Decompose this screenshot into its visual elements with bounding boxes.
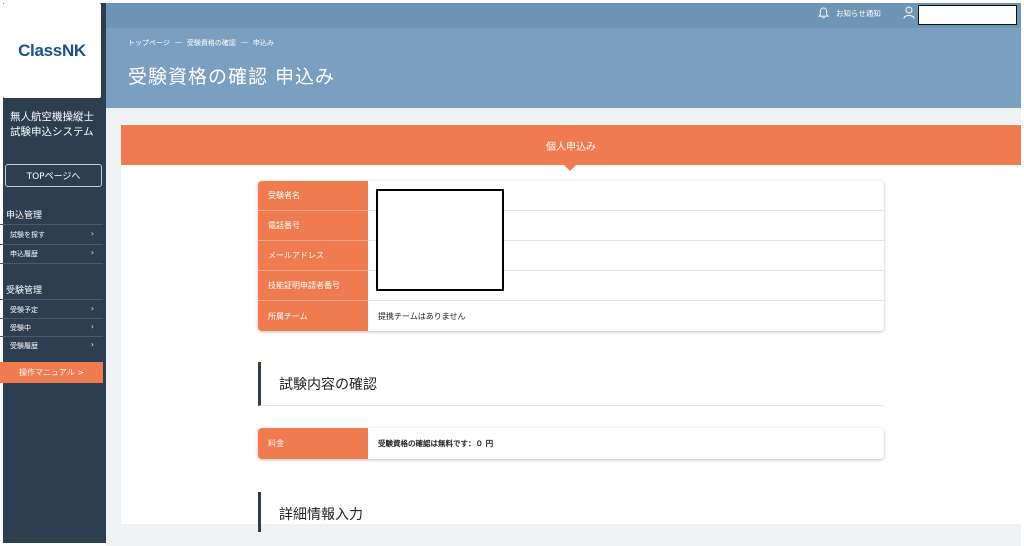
breadcrumb-separator: ― <box>174 38 182 46</box>
table-row: 受験者名 <box>258 181 884 211</box>
fee-label: 料金 <box>258 428 368 459</box>
group-title-application: 申込管理 <box>6 211 43 221</box>
banner-arrow <box>564 165 576 171</box>
table-row: メールアドレス <box>258 241 884 271</box>
sidebar-item-label: 申込履歴 <box>10 249 38 258</box>
row-label: 電話番号 <box>258 211 368 241</box>
table-row: 所属チーム 提携チームはありません <box>258 301 884 331</box>
row-label: 技能証明申請者番号 <box>258 271 368 301</box>
table-row: 電話番号 <box>258 211 884 241</box>
page-title: 受験資格の確認 申込み <box>128 66 336 88</box>
page-header: トップページ ― 受験資格の確認 ― 申込み 受験資格の確認 申込み <box>106 28 1021 108</box>
breadcrumb-separator: ― <box>240 38 248 46</box>
chevron-right-icon: › <box>90 229 94 238</box>
fee-value: 受験資格の確認は無料です：０ 円 <box>378 439 494 448</box>
sidebar-item-label: 試験を探す <box>10 230 45 239</box>
system-title: 無人航空機操縦士試験申込システム <box>10 111 94 138</box>
sidebar-item-in-progress[interactable]: 受験中 › <box>0 319 103 336</box>
section-title-text: 詳細情報入力 <box>279 507 363 523</box>
table-row: 技能証明申請者番号 <box>258 271 884 301</box>
chevron-right-icon: › <box>90 322 94 331</box>
notification-label: お知らせ通知 <box>836 8 881 18</box>
row-label: メールアドレス <box>258 241 368 271</box>
logo[interactable]: ClassNK <box>3 3 101 98</box>
row-value: 提携チームはありません <box>378 311 466 321</box>
section-title-details: 詳細情報入力 <box>258 492 884 532</box>
breadcrumb-current: 申込み <box>252 39 274 47</box>
menu-divider <box>0 263 103 264</box>
user-icon[interactable] <box>903 6 915 19</box>
logo-text: ClassNK <box>18 40 86 60</box>
top-page-button[interactable]: TOPページへ <box>5 164 102 187</box>
user-name-redacted <box>918 5 1017 25</box>
top-bar <box>106 3 1021 28</box>
breadcrumb: トップページ ― 受験資格の確認 ― 申込み <box>128 38 274 48</box>
chevron-right-icon: › <box>90 248 94 257</box>
breadcrumb-qualification[interactable]: 受験資格の確認 <box>187 38 236 48</box>
section-banner: 個人申込み <box>121 125 1021 165</box>
sidebar-item-label: 受験履歴 <box>10 341 38 350</box>
menu-divider <box>0 224 103 225</box>
breadcrumb-top[interactable]: トップページ <box>128 38 170 48</box>
fee-table: 料金 受験資格の確認は無料です：０ 円 <box>258 428 884 459</box>
row-label: 所属チーム <box>258 301 368 331</box>
applicant-table: 受験者名 電話番号 メールアドレス 技能証明申請者番号 所属チーム 提携チームは… <box>258 181 884 331</box>
sidebar-item-exam-history[interactable]: 受験履歴 › <box>0 337 103 354</box>
group-title-exam: 受験管理 <box>6 286 43 296</box>
sidebar-item-search-exam[interactable]: 試験を探す › <box>0 226 103 243</box>
sidebar-item-scheduled[interactable]: 受験予定 › <box>0 301 103 318</box>
manual-button[interactable]: 操作マニュアル > <box>0 362 103 383</box>
bell-icon <box>818 7 829 19</box>
redacted-personal-info <box>376 189 504 291</box>
chevron-right-icon: › <box>90 340 94 349</box>
sidebar-item-label: 受験予定 <box>10 305 38 314</box>
sidebar-item-application-history[interactable]: 申込履歴 › <box>0 245 103 262</box>
section-title-text: 試験内容の確認 <box>279 377 377 393</box>
chevron-right-icon: › <box>90 304 94 313</box>
notification-link[interactable]: お知らせ通知 <box>818 7 881 19</box>
menu-divider <box>0 299 103 300</box>
sidebar-item-label: 受験中 <box>10 323 31 332</box>
section-title-exam: 試験内容の確認 <box>258 362 884 406</box>
row-label: 受験者名 <box>258 181 368 211</box>
